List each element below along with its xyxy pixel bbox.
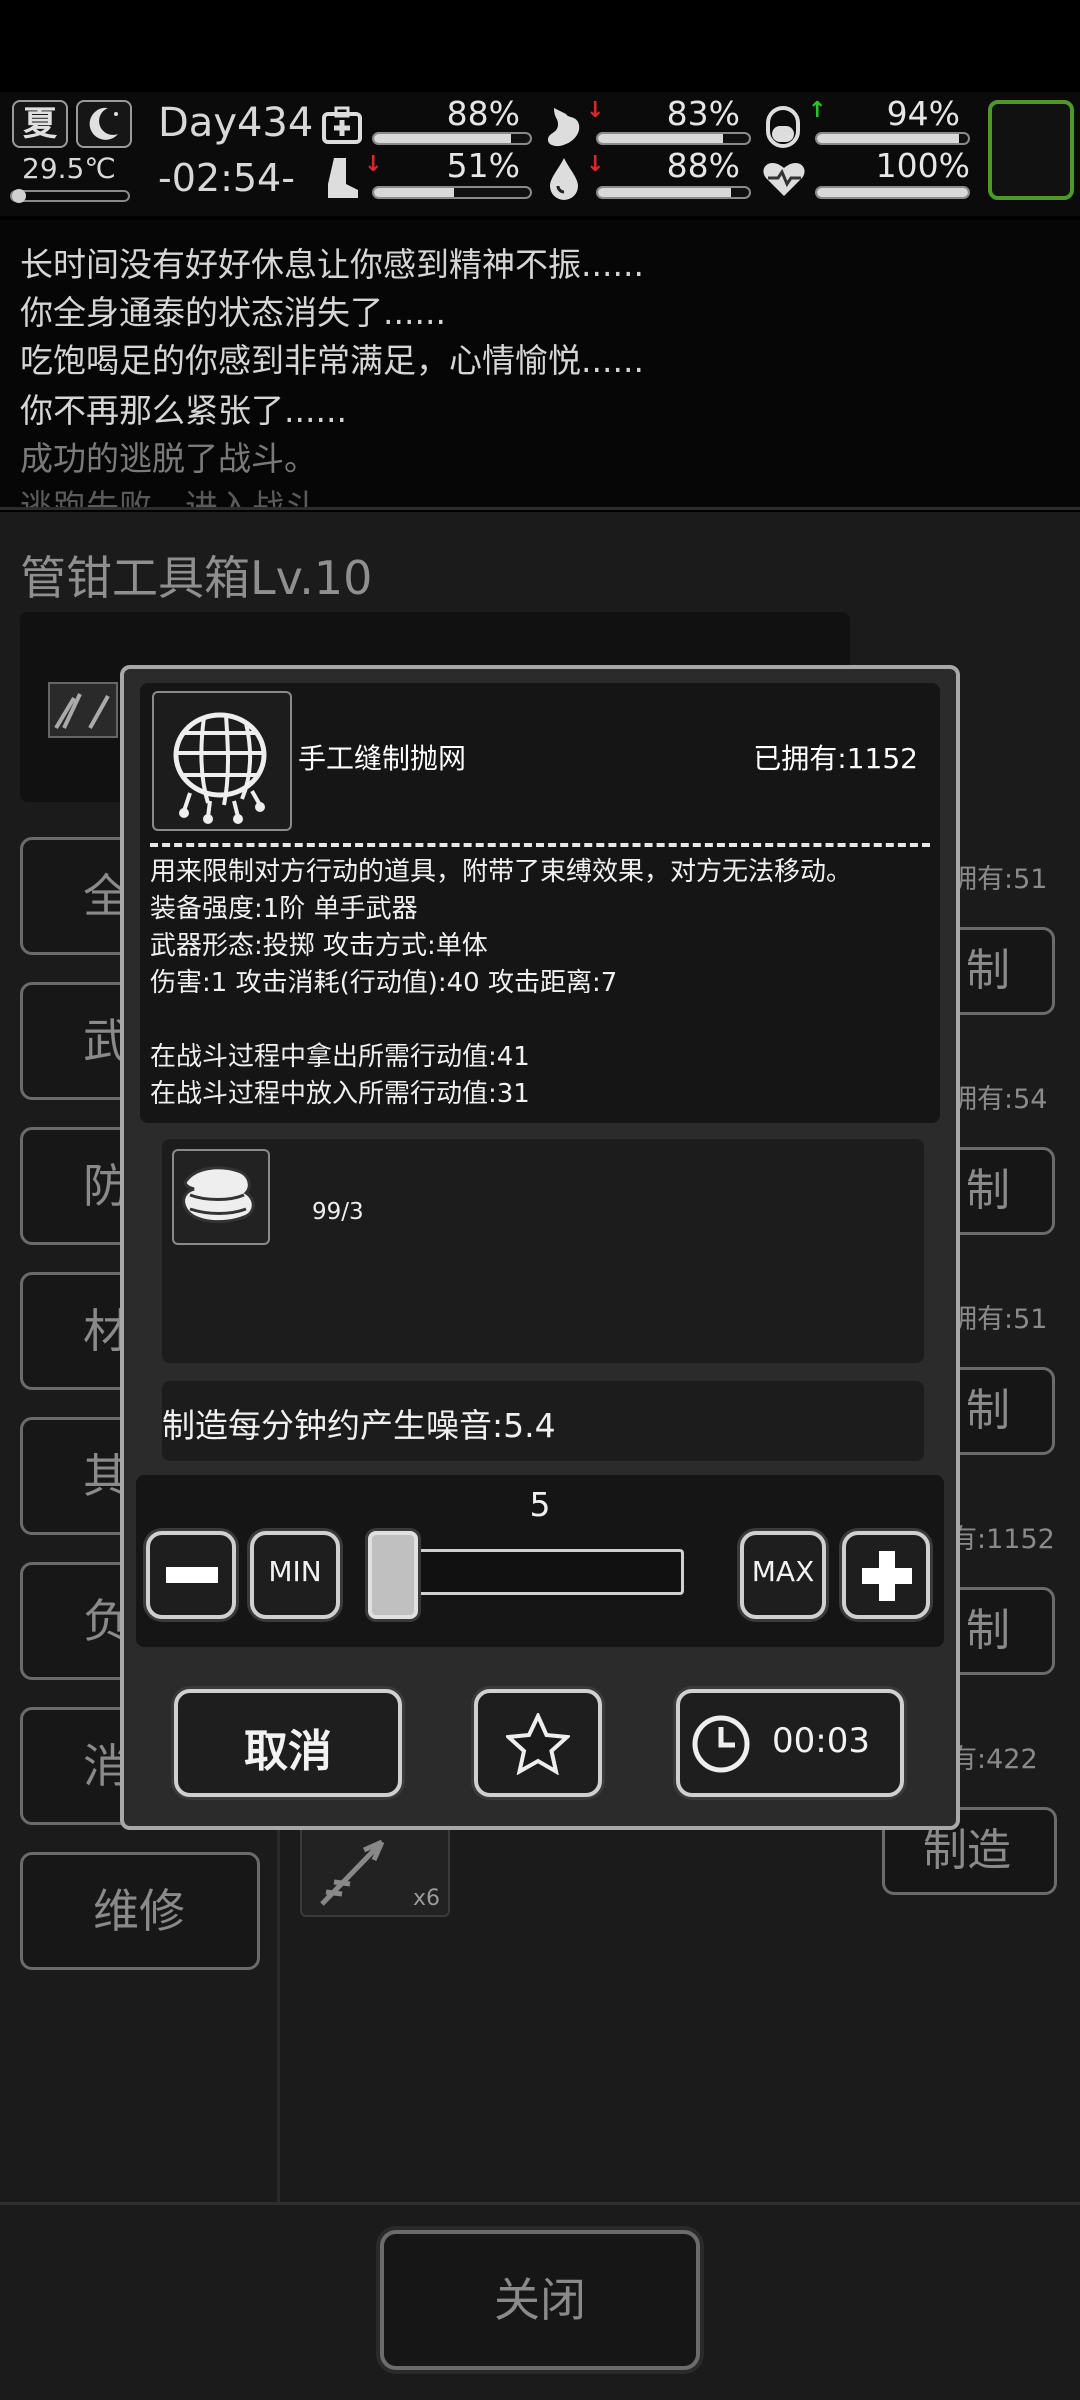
close-label: 关闭 [494, 2273, 586, 2327]
foot-icon [318, 154, 366, 202]
description-line: 用来限制对方行动的道具，附带了束缚效果，对方无法移动。 [150, 857, 853, 887]
moon-icon [76, 100, 132, 148]
divider [0, 2202, 1080, 2205]
thermometer-bar [10, 189, 130, 203]
arrow-icon [320, 1839, 385, 1906]
quantity-section: 5 MIN MAX [136, 1475, 944, 1647]
stat-stomach-bar [596, 132, 751, 145]
description-line: 在战斗过程中放入所需行动值:31 [150, 1079, 530, 1109]
cancel-label: 取消 [244, 1726, 332, 1777]
day-label: Day434 [158, 100, 314, 146]
stat-capsule-bar [815, 132, 970, 145]
status-bar: 夏 29.5℃ Day434 -02:54- 88% ↓ 83% ↑ 94% ↓… [0, 92, 1080, 216]
log-line: 长时间没有好好休息让你感到精神不振...... [20, 245, 644, 284]
capsule-icon [760, 102, 808, 150]
time-label: -02:54- [158, 156, 295, 200]
min-label: MIN [268, 1555, 322, 1588]
minus-icon [166, 1567, 218, 1583]
owned-label: 有:1152 [950, 1524, 1055, 1555]
description-line: 在战斗过程中拿出所需行动值:41 [150, 1042, 530, 1072]
log-line: 逃跑失败，进入战斗。 [20, 487, 350, 510]
stat-health-value: 88% [446, 94, 520, 133]
stat-foot-value: 51% [446, 146, 520, 185]
stat-water-bar [596, 186, 751, 199]
stat-stomach-value: 83% [666, 94, 740, 133]
materials-section: 99/3 [162, 1139, 924, 1363]
craft-dialog: 手工缝制抛网 已拥有:1152 用来限制对方行动的道具，附带了束缚效果，对方无法… [120, 665, 960, 1830]
log-line: 吃饱喝足的你感到非常满足，心情愉悦...... [20, 341, 644, 380]
timer-label: 00:03 [772, 1721, 870, 1761]
plus-icon [862, 1551, 912, 1601]
item-info-section: 手工缝制抛网 已拥有:1152 用来限制对方行动的道具，附带了束缚效果，对方无法… [140, 683, 940, 1123]
stomach-icon [540, 102, 588, 150]
stat-water-value: 88% [666, 146, 740, 185]
log-line: 你不再那么紧张了...... [20, 391, 347, 430]
medkit-icon [318, 102, 366, 150]
temperature-label: 29.5℃ [22, 152, 116, 185]
panel-title: 管钳工具箱Lv.10 [20, 551, 373, 605]
description-line: 武器形态:投掷 攻击方式:单体 [150, 931, 488, 961]
star-icon [506, 1713, 570, 1775]
owned-label: 拥有:54 [950, 1084, 1048, 1115]
material-count: 99/3 [312, 1199, 364, 1225]
craft-timer-button[interactable]: 00:03 [676, 1689, 904, 1797]
separator [150, 843, 930, 847]
max-button[interactable]: MAX [740, 1531, 826, 1619]
heart-icon [760, 154, 808, 202]
stat-heart-value: 100% [875, 146, 970, 185]
stat-foot-bar [372, 186, 532, 199]
season-badge: 夏 [12, 100, 68, 148]
decrease-button[interactable] [146, 1531, 236, 1619]
category-repair-button[interactable]: 维修 [20, 1852, 260, 1970]
max-label: MAX [751, 1555, 815, 1588]
net-icon [152, 691, 292, 831]
quick-slot-button[interactable] [988, 100, 1074, 200]
message-log[interactable]: 长时间没有好好休息让你感到精神不振...... 你全身通泰的状态消失了.....… [0, 220, 1080, 510]
stat-health-bar [372, 132, 532, 145]
close-button[interactable]: 关闭 [380, 2230, 700, 2370]
owned-label: 有:422 [950, 1744, 1038, 1775]
description-line: 伤害:1 攻击消耗(行动值):40 攻击距离:7 [150, 968, 618, 998]
stat-heart-bar [815, 186, 970, 199]
quantity-slider-thumb[interactable] [368, 1531, 418, 1619]
owned-label: 拥有:51 [950, 864, 1048, 895]
increase-button[interactable] [842, 1531, 930, 1619]
item-count: x6 [412, 1886, 440, 1911]
owned-count: 已拥有:1152 [753, 742, 918, 775]
log-line: 你全身通泰的状态消失了...... [20, 293, 446, 332]
log-line: 成功的逃脱了战斗。 [20, 439, 317, 478]
description-line: 装备强度:1阶 单手武器 [150, 894, 418, 924]
noise-section: 制造每分钟约产生噪音:5.4 [162, 1381, 924, 1461]
clock-icon [692, 1715, 750, 1773]
stat-capsule-value: 94% [886, 94, 960, 133]
toolbox-icon [48, 682, 118, 738]
water-drop-icon [540, 154, 588, 202]
arrow-item-slot[interactable]: x6 [300, 1822, 450, 1917]
favorite-button[interactable] [474, 1689, 602, 1797]
noise-label: 制造每分钟约产生噪音:5.4 [162, 1406, 556, 1445]
owned-label: 拥有:51 [950, 1304, 1048, 1335]
quantity-value: 5 [529, 1485, 551, 1524]
item-name: 手工缝制抛网 [298, 742, 467, 775]
season-label: 夏 [23, 104, 57, 144]
cloth-icon [172, 1149, 270, 1245]
min-button[interactable]: MIN [250, 1531, 340, 1619]
quantity-slider-track[interactable] [398, 1549, 684, 1595]
cancel-button[interactable]: 取消 [174, 1689, 402, 1797]
